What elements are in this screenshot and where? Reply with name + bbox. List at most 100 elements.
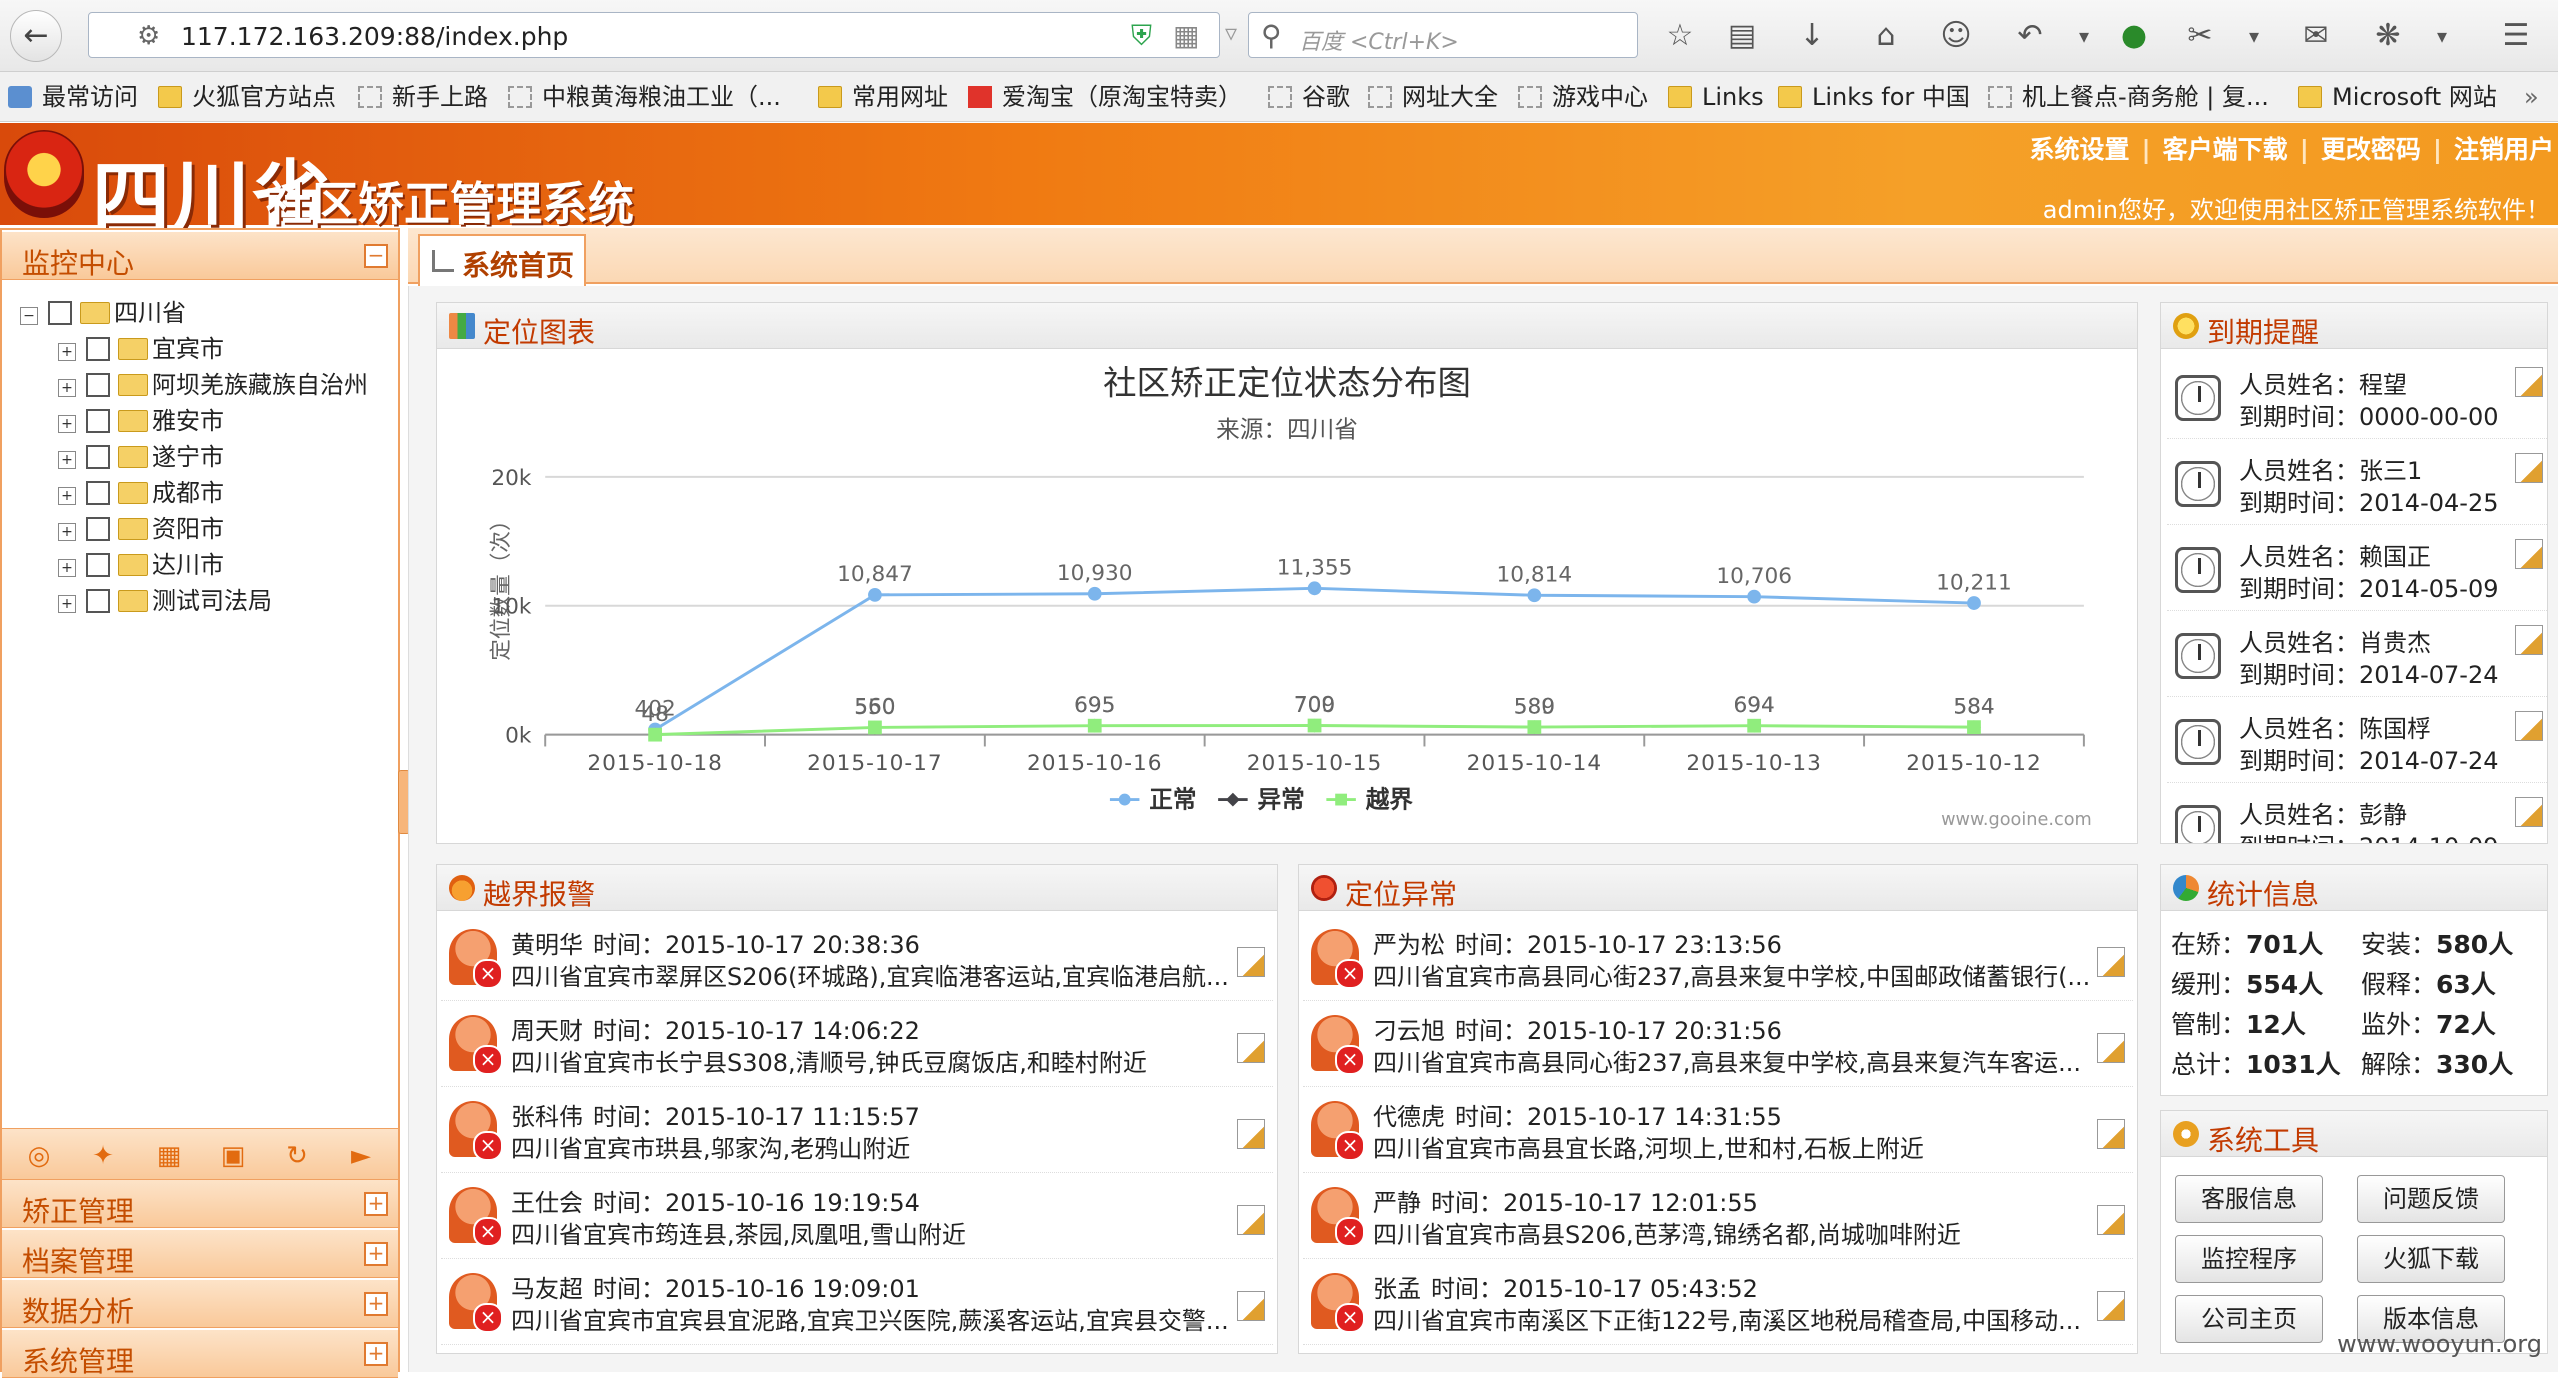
tree-expand-icon[interactable]: + [58,559,76,577]
tree-item[interactable]: + 阿坝羌族藏族自治州 [58,368,368,402]
edit-icon[interactable] [2515,797,2543,827]
undo-dropdown-icon[interactable]: ▾ [2064,16,2104,56]
edit-icon[interactable] [2097,1119,2125,1149]
tree-expand-icon[interactable]: + [58,523,76,541]
tool-button[interactable]: 客服信息 [2175,1175,2323,1223]
expand-icon[interactable]: + [364,1342,388,1366]
collapse-icon[interactable]: − [364,244,388,268]
tree-checkbox[interactable] [86,373,110,397]
bug-icon[interactable]: ❋ [2368,16,2408,56]
alarm-item[interactable]: 张孟时间：2015-10-17 05:43:52 四川省宜宾市南溪区下正街122号… [1303,1259,2133,1345]
tree-expand-icon[interactable]: + [58,451,76,469]
tree-item[interactable]: + 雅安市 [58,404,224,438]
tree-collapse-icon[interactable]: − [20,307,38,325]
edit-icon[interactable] [1237,1205,1265,1235]
alarm-item[interactable]: 周天财时间：2015-10-17 14:06:22 四川省宜宾市长宁县S308,清… [441,1001,1273,1087]
tree-expand-icon[interactable]: + [58,487,76,505]
tree-checkbox[interactable] [86,481,110,505]
edit-icon[interactable] [2097,1033,2125,1063]
edit-icon[interactable] [2515,625,2543,655]
broadcast-icon[interactable]: ► [344,1139,378,1173]
expand-icon[interactable]: + [364,1292,388,1316]
tree-checkbox[interactable] [86,409,110,433]
edit-icon[interactable] [2097,1205,2125,1235]
target-icon[interactable]: ◎ [22,1139,56,1173]
alarm-item[interactable]: 王仕会时间：2015-10-16 19:19:54 四川省宜宾市筠连县,茶园,凤凰… [441,1173,1273,1259]
refresh-icon[interactable]: ↻ [280,1139,314,1173]
qr-code-icon[interactable]: ▦ [1173,19,1199,52]
alarm-item[interactable]: 代德虎时间：2015-10-17 14:31:55 四川省宜宾市高县宜长路,河坝上… [1303,1087,2133,1173]
bookmark-common-sites[interactable]: 常用网址 [818,80,948,114]
monitor-center-header[interactable]: 监控中心 − [2,232,398,280]
tree-root[interactable]: − 四川省 [20,296,186,330]
home-icon[interactable]: ⌂ [1866,16,1906,56]
bookmark-google[interactable]: 谷歌 [1268,80,1350,114]
tab-home[interactable]: 系统首页 [418,234,586,286]
satellite-icon[interactable]: ✦ [86,1139,120,1173]
tree-checkbox[interactable] [86,337,110,361]
extension-icon[interactable]: ● [2114,16,2154,56]
edit-icon[interactable] [2097,947,2125,977]
menu-correction-management[interactable]: 矫正管理 + [2,1180,398,1228]
tree-expand-icon[interactable]: + [58,343,76,361]
dropdown-arrow-icon[interactable]: ▿ [1225,19,1237,47]
edit-icon[interactable] [2515,367,2543,397]
expand-icon[interactable]: + [364,1192,388,1216]
bookmark-site-directory[interactable]: 网址大全 [1368,80,1498,114]
tree-item[interactable]: + 测试司法局 [58,584,272,618]
nav-client-download[interactable]: 客户端下载 [2163,135,2288,164]
url-bar[interactable]: ⚙ 117.172.163.209:88/index.php ⛨ ▦ ▿ ↻ [88,12,1296,58]
alarm-item[interactable]: 黄明华时间：2015-10-17 20:38:36 四川省宜宾市翠屏区S206(环… [441,915,1273,1001]
document-icon[interactable]: ▣ [216,1139,250,1173]
edit-icon[interactable] [2515,453,2543,483]
nav-logout[interactable]: 注销用户 [2454,135,2554,164]
edit-icon[interactable] [2515,539,2543,569]
alarm-item[interactable]: 严静时间：2015-10-17 12:01:55 四川省宜宾市高县S206,芭茅湾… [1303,1173,2133,1259]
menu-archive-management[interactable]: 档案管理 + [2,1230,398,1278]
bookmark-firefox-official[interactable]: 火狐官方站点 [158,80,336,114]
reminder-item[interactable]: 人员姓名：张三1 到期时间：2014-04-25 [2167,443,2547,525]
edit-icon[interactable] [1237,947,1265,977]
tree-checkbox[interactable] [86,553,110,577]
tree-checkbox[interactable] [86,445,110,469]
emoji-icon[interactable]: ☺ [1936,16,1976,56]
tree-expand-icon[interactable]: + [58,379,76,397]
tool-button[interactable]: 公司主页 [2175,1295,2323,1343]
reminder-item[interactable]: 人员姓名：程望 到期时间：0000-00-00 [2167,357,2547,439]
tool-button[interactable]: 火狐下载 [2357,1235,2505,1283]
tree-expand-icon[interactable]: + [58,415,76,433]
undo-icon[interactable]: ↶ [2010,16,2050,56]
reminder-item[interactable]: 人员姓名：肖贵杰 到期时间：2014-07-24 [2167,615,2547,697]
bookmark-links-china[interactable]: Links for 中国 [1778,80,1970,114]
download-icon[interactable]: ↓ [1792,16,1832,56]
edit-icon[interactable] [2515,711,2543,741]
bookmark-cofco[interactable]: 中粮黄海粮油工业（... [508,80,781,114]
menu-system-management[interactable]: 系统管理 + [2,1330,398,1378]
menu-data-analysis[interactable]: 数据分析 + [2,1280,398,1328]
grid-icon[interactable]: ▦ [152,1139,186,1173]
alarm-item[interactable]: 严为松时间：2015-10-17 23:13:56 四川省宜宾市高县同心街237,… [1303,915,2133,1001]
alarm-item[interactable]: 马友超时间：2015-10-16 19:09:01 四川省宜宾市宜宾县宜泥路,宜宾… [441,1259,1273,1345]
bug-dropdown-icon[interactable]: ▾ [2422,16,2462,56]
reading-list-icon[interactable]: ▤ [1722,16,1762,56]
tree-item[interactable]: + 遂宁市 [58,440,224,474]
edit-icon[interactable] [1237,1291,1265,1321]
alarm-item[interactable]: 刁云旭时间：2015-10-17 20:31:56 四川省宜宾市高县同心街237,… [1303,1001,2133,1087]
tree-item[interactable]: + 资阳市 [58,512,224,546]
tool-button[interactable]: 问题反馈 [2357,1175,2505,1223]
bookmark-most-visited[interactable]: 最常访问 [8,80,138,114]
nav-system-settings[interactable]: 系统设置 [2030,135,2130,164]
tree-checkbox[interactable] [86,517,110,541]
edit-icon[interactable] [1237,1119,1265,1149]
edit-icon[interactable] [1237,1033,1265,1063]
back-button[interactable]: ← [10,10,62,62]
reminder-item[interactable]: 人员姓名：彭静到期时间：2014-10-09 [2167,787,2547,843]
tree-item[interactable]: + 宜宾市 [58,332,224,366]
bookmark-getting-started[interactable]: 新手上路 [358,80,488,114]
tool-button[interactable]: 监控程序 [2175,1235,2323,1283]
bookmark-flight-meal[interactable]: 机上餐点-商务舱 | 复... [1988,80,2269,114]
tree-item[interactable]: + 成都市 [58,476,224,510]
nav-change-password[interactable]: 更改密码 [2321,135,2421,164]
bookmark-microsoft[interactable]: Microsoft 网站 [2298,80,2497,114]
edit-icon[interactable] [2097,1291,2125,1321]
